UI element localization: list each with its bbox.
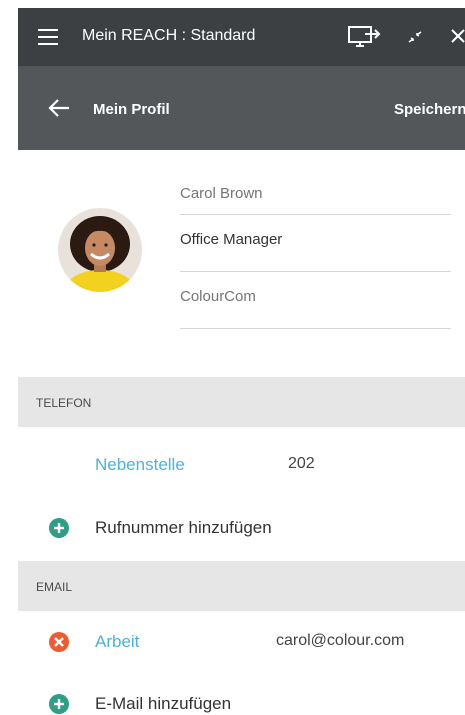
add-email-label[interactable]: E-Mail hinzufügen	[95, 694, 231, 714]
extension-label[interactable]: Nebenstelle	[95, 455, 185, 475]
page-title: Mein Profil	[93, 101, 170, 118]
section-header-email: EMAIL	[18, 561, 465, 611]
close-icon[interactable]	[450, 28, 465, 49]
work-email-value: carol@colour.com	[276, 632, 405, 649]
role-input[interactable]	[180, 231, 451, 248]
name-field	[180, 172, 451, 215]
add-email-row[interactable]: E-Mail hinzufügen	[18, 676, 465, 715]
section-title: EMAIL	[36, 580, 73, 594]
add-icon[interactable]	[49, 694, 69, 714]
window-title: Mein REACH : Standard	[82, 27, 256, 44]
remove-icon[interactable]	[49, 632, 69, 652]
add-phone-label[interactable]: Rufnummer hinzufügen	[95, 518, 272, 538]
menu-icon[interactable]	[38, 29, 58, 45]
extension-row: Nebenstelle 202	[18, 436, 465, 492]
company-input[interactable]	[180, 288, 451, 305]
work-label[interactable]: Arbeit	[95, 632, 139, 652]
avatar[interactable]	[58, 208, 142, 292]
extension-value: 202	[288, 455, 315, 472]
save-button[interactable]: Speichern	[394, 101, 465, 118]
section-title: TELEFON	[36, 396, 92, 410]
add-phone-row[interactable]: Rufnummer hinzufügen	[18, 500, 465, 556]
title-bar: Mein REACH : Standard	[18, 8, 465, 66]
section-header-telefon: TELEFON	[18, 377, 465, 427]
name-input[interactable]	[180, 185, 451, 202]
app-window: Mein REACH : Standard Mein Profil Speich…	[0, 0, 465, 715]
add-icon[interactable]	[49, 518, 69, 538]
collapse-icon[interactable]	[408, 30, 422, 49]
work-email-row: Arbeit carol@colour.com	[18, 613, 465, 669]
screen-share-icon[interactable]	[348, 25, 382, 54]
role-field	[180, 215, 451, 272]
company-field	[180, 272, 451, 329]
back-arrow-icon[interactable]	[48, 98, 70, 123]
toolbar: Mein Profil Speichern	[18, 66, 465, 150]
